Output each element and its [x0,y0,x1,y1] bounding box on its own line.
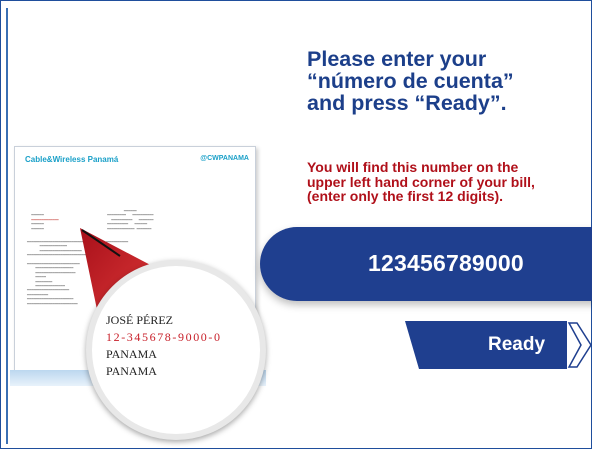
ready-button[interactable]: Ready [405,321,592,369]
title-line-3: and press “Ready”. [307,91,507,115]
bill-illustration: Cable&Wireless Panamá @CWPANAMA ━━━━━━ ━… [10,146,266,440]
hint-line-1: You will find this number on the [307,159,519,175]
account-number-input[interactable]: 123456789000 [260,227,592,301]
left-border [6,8,8,444]
instruction-title: Please enter your “número de cuenta” and… [307,48,567,114]
ready-button-label: Ready [488,334,546,355]
hint-line-3: (enter only the first 12 digits). [307,188,504,204]
magnified-account-number: 12-345678-9000-0 [106,330,222,344]
magnified-country: PANAMA [106,364,157,378]
magnified-city: PANAMA [106,347,157,361]
magnified-name: JOSÉ PÉREZ [106,313,174,327]
account-number-value: 123456789000 [368,250,524,276]
magnified-address: JOSÉ PÉREZ 12-345678-9000-0 PANAMA PANAM… [106,312,222,380]
hint-line-2: upper left hand corner of your bill, [307,173,535,190]
magnifier-circle: JOSÉ PÉREZ 12-345678-9000-0 PANAMA PANAM… [86,260,266,440]
hint-text: You will find this number on the upper l… [307,160,587,204]
title-line-1: Please enter your [307,47,487,71]
title-line-2: “número de cuenta” [307,69,514,93]
chevron-right-icon [567,322,592,368]
